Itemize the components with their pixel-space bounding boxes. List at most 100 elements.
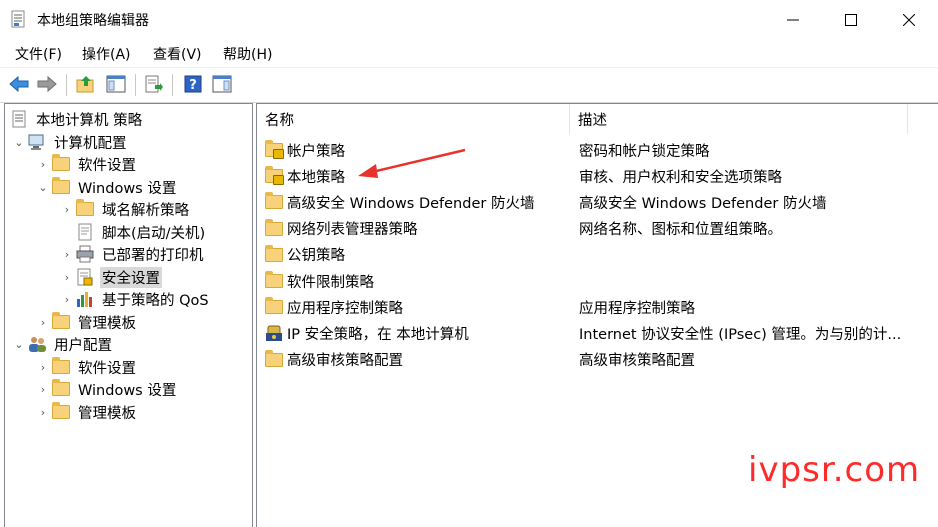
forward-arrow-icon [37,76,57,92]
chevron-right-icon[interactable]: › [35,359,51,375]
folder-icon [75,199,95,218]
tree-label: 管理模板 [78,405,136,422]
tree-item-user-windows-settings[interactable]: › Windows 设置 [35,378,178,400]
tree-item-windows-settings[interactable]: ⌄ Windows 设置 [35,176,178,198]
list-item[interactable]: 网络列表管理器策略 网络名称、图标和位置组策略。 [257,216,938,242]
locked-folder-icon [265,166,284,186]
list-item[interactable]: 高级审核策略配置 高级审核策略配置 [257,347,938,373]
export-list-button[interactable] [143,73,165,95]
list-item[interactable]: 公钥策略 [257,242,938,268]
tree-label: 管理模板 [78,315,136,332]
help-icon: ? [184,75,202,93]
menu-bar: 文件(F) 操作(A) 查看(V) 帮助(H) [0,40,938,66]
show-hide-tree-button[interactable] [105,73,127,95]
list-item-name: 帐户策略 [287,143,345,160]
tree-item-deployed-printers[interactable]: › 已部署的打印机 [59,243,206,265]
menu-file[interactable]: 文件(F) [15,44,62,64]
tree-item-dns-policy[interactable]: › 域名解析策略 [59,198,191,220]
computer-icon [27,133,47,151]
tree-label: Windows 设置 [78,382,177,399]
menu-view[interactable]: 查看(V) [153,44,202,64]
back-button[interactable] [8,73,30,95]
folder-icon [51,312,71,331]
tree-item-user-config[interactable]: ⌄ 用户配置 [11,333,114,355]
forward-button[interactable] [36,73,58,95]
toolbar: ? [0,67,938,103]
chevron-right-icon[interactable]: › [59,269,75,285]
column-header-name[interactable]: 名称 [265,104,294,134]
list-item-description: 高级安全 Windows Defender 防火墙 [579,195,827,212]
svg-text:?: ? [189,78,197,93]
tree-label: 本地计算机 策略 [36,112,143,129]
export-list-icon [145,75,163,93]
tree-item-admin-templates[interactable]: › 管理模板 [35,311,138,333]
tree-item-root[interactable]: 本地计算机 策略 [9,108,144,130]
list-item-description: Internet 协议安全性 (IPsec) 管理。为与别的计... [579,326,902,343]
folder-icon [51,177,71,196]
list-item-name: 公钥策略 [287,248,345,265]
watermark: ivpsr.com [748,450,921,490]
list-item-description: 应用程序控制策略 [579,300,695,317]
chevron-right-icon[interactable]: › [59,201,75,217]
maximize-button[interactable] [822,0,880,40]
chevron-right-icon[interactable]: › [35,381,51,397]
list-item-name: 本地策略 [287,169,345,186]
list-item-name: 应用程序控制策略 [287,300,403,317]
tree-item-scripts[interactable]: 脚本(启动/关机) [59,221,207,243]
up-folder-icon [76,76,94,93]
tree-item-user-software-settings[interactable]: › 软件设置 [35,356,138,378]
policy-editor-icon [11,10,25,28]
menu-action[interactable]: 操作(A) [82,44,131,64]
minimize-button[interactable] [764,0,822,40]
chevron-down-icon[interactable]: ⌄ [11,134,27,150]
tree-label: 域名解析策略 [102,202,189,219]
folder-icon [51,402,71,421]
list-item[interactable]: 高级安全 Windows Defender 防火墙 高级安全 Windows De… [257,189,938,215]
folder-icon [265,349,283,368]
folder-icon [265,271,283,289]
list-item-name: 网络列表管理器策略 [287,222,418,239]
help-button[interactable]: ? [182,73,204,95]
chevron-right-icon[interactable]: › [35,314,51,330]
chevron-down-icon[interactable]: ⌄ [35,179,51,195]
printer-icon [75,245,95,263]
annotation-arrow [358,148,466,178]
list-item-description: 密码和帐户锁定策略 [579,143,710,160]
console-tree: 本地计算机 策略 ⌄ 计算机配置 › 软件设置 ⌄ Windows 设置 › 域… [4,103,253,527]
chevron-down-icon[interactable]: ⌄ [11,336,27,352]
chevron-right-icon[interactable]: › [59,246,75,262]
tree-item-computer-config[interactable]: ⌄ 计算机配置 [11,131,129,153]
folder-icon [265,297,283,315]
window-title: 本地组策略编辑器 [37,13,149,29]
menu-help[interactable]: 帮助(H) [223,44,272,64]
folder-icon [51,154,71,173]
tree-item-user-admin-templates[interactable]: › 管理模板 [35,401,138,423]
list-item[interactable]: IP 安全策略，在 本地计算机 Internet 协议安全性 (IPsec) 管理… [257,320,938,346]
properties-icon [212,75,232,93]
policy-document-icon [9,110,29,128]
list-item-name: 高级安全 Windows Defender 防火墙 [287,195,535,212]
locked-folder-icon [265,140,284,159]
tree-label: 安全设置 [100,266,162,288]
list-item-description: 审核、用户权利和安全选项策略 [579,169,782,186]
list-item[interactable]: 应用程序控制策略 应用程序控制策略 [257,294,938,320]
folder-icon [51,357,71,376]
tree-label: 用户配置 [54,337,112,354]
properties-button[interactable] [211,73,233,95]
folder-icon [51,379,71,398]
title-bar: 本地组策略编辑器 [0,0,938,40]
chevron-right-icon[interactable]: › [35,156,51,172]
chevron-right-icon[interactable]: › [35,404,51,420]
column-header-description[interactable]: 描述 [578,104,607,134]
list-item[interactable]: 软件限制策略 [257,268,938,294]
tree-label: 脚本(启动/关机) [102,225,206,242]
folder-icon [265,192,283,210]
close-icon [903,14,915,26]
tree-item-software-settings[interactable]: › 软件设置 [35,153,138,175]
tree-item-security-settings[interactable]: › 安全设置 [59,266,162,288]
close-button[interactable] [880,0,938,40]
tree-label: 计算机配置 [54,135,127,152]
chevron-right-icon[interactable]: › [59,291,75,307]
tree-item-qos[interactable]: › 基于策略的 QoS [59,288,211,310]
up-button[interactable] [75,73,97,95]
